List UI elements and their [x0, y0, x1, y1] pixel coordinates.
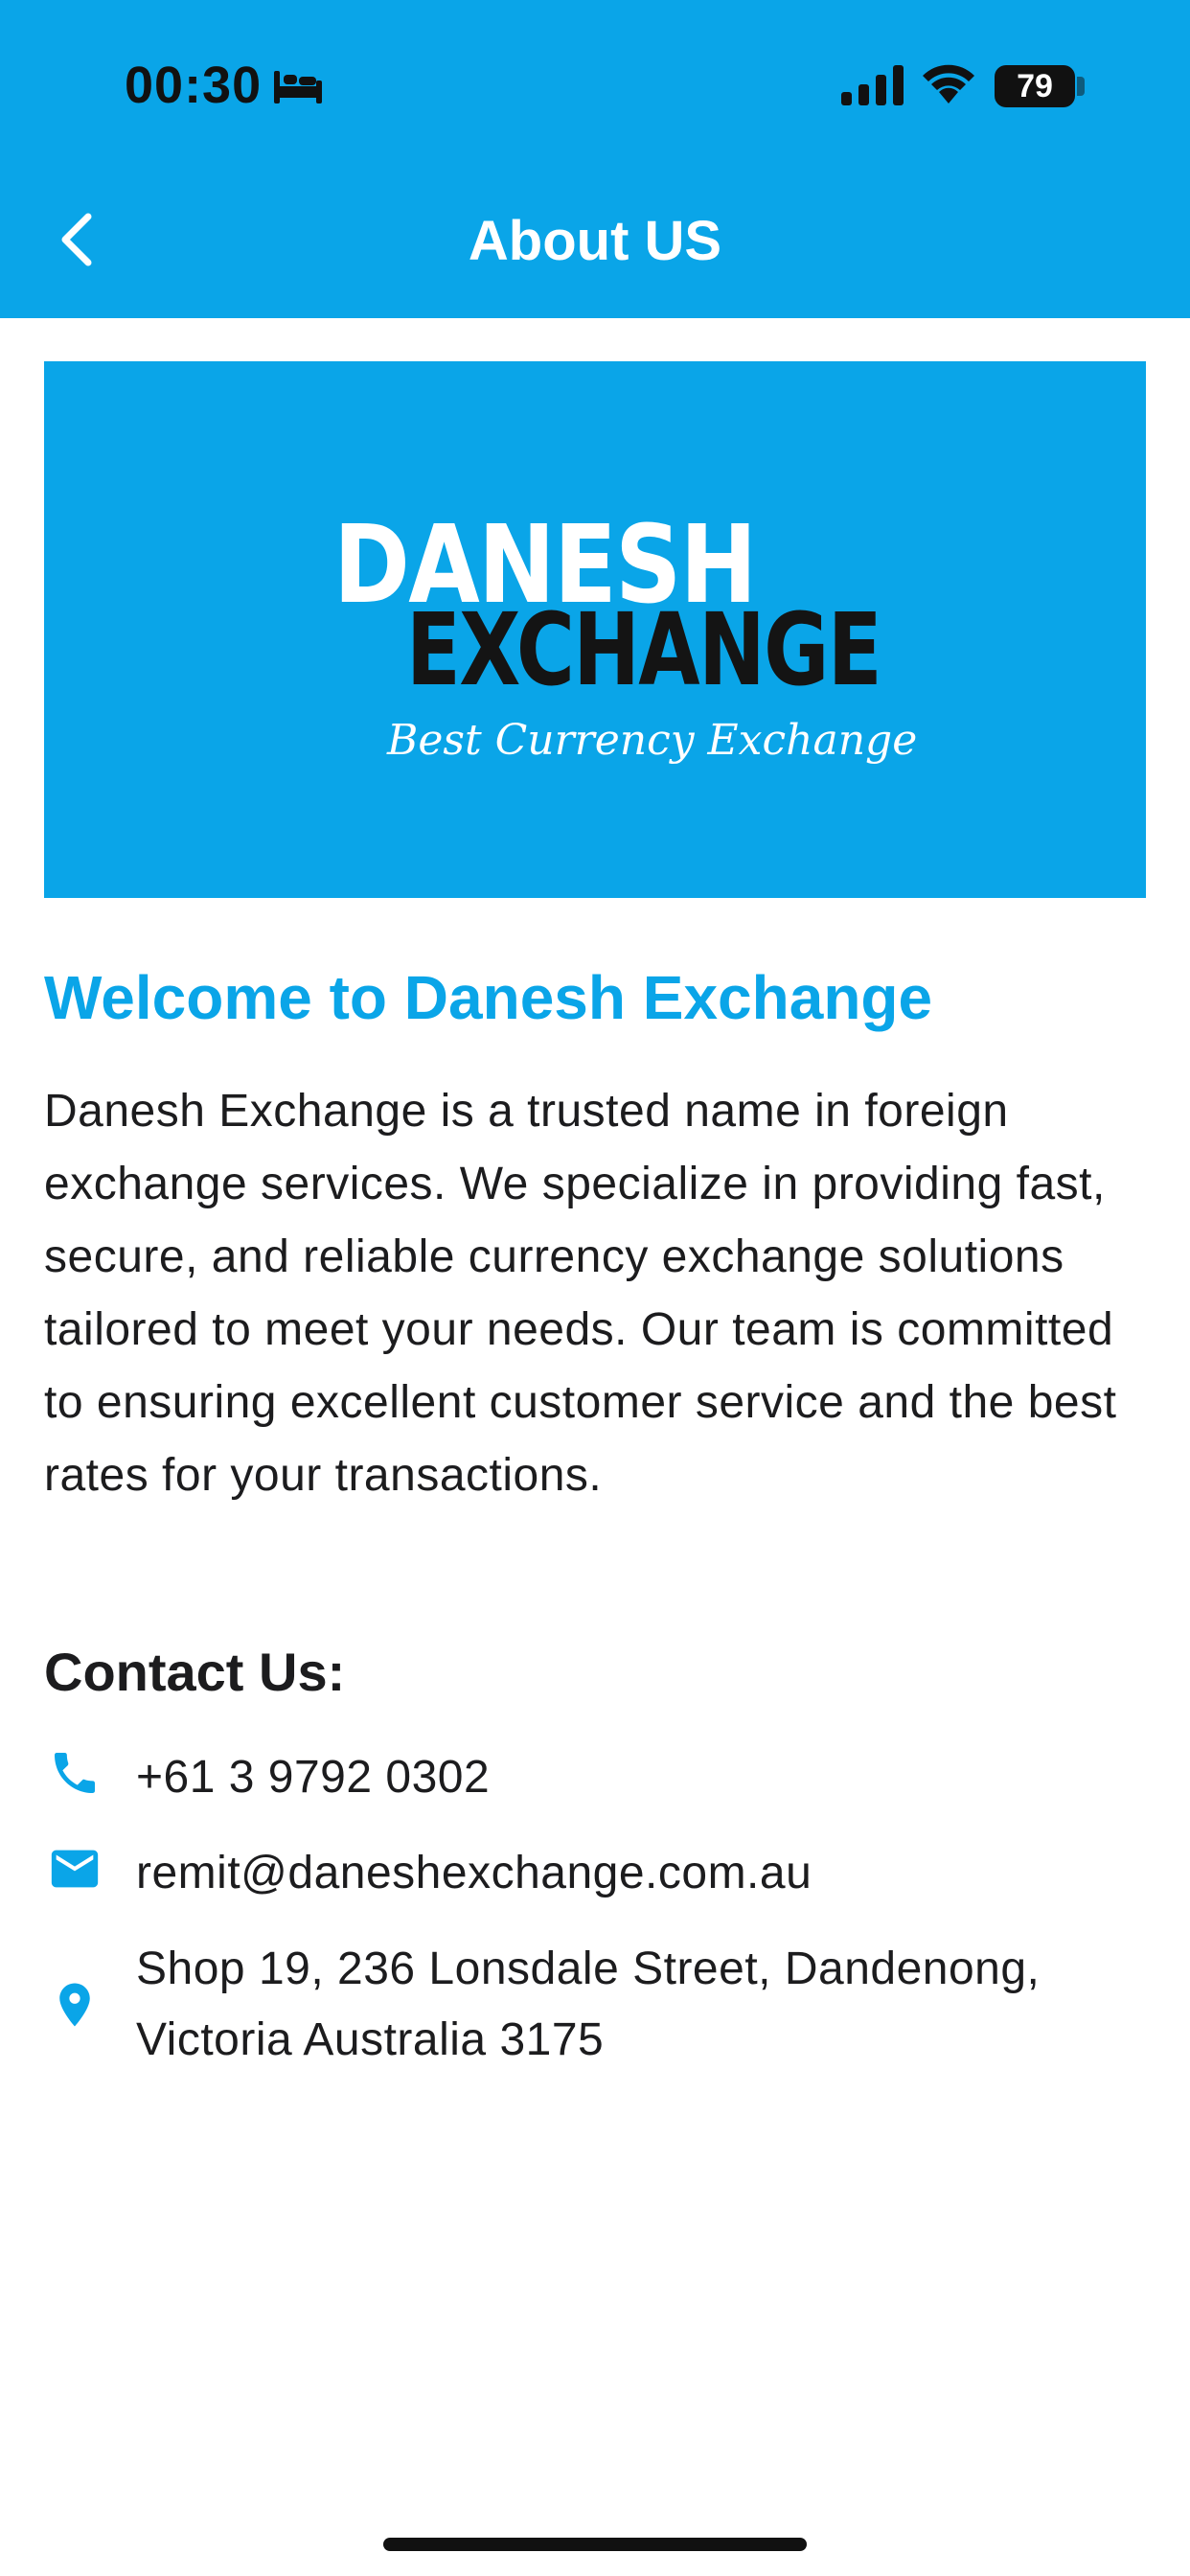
location-pin-icon	[44, 1974, 105, 2036]
navigation-bar: About US	[0, 163, 1190, 318]
logo-tagline: Best Currency Exchange	[387, 716, 918, 765]
battery-cap	[1077, 77, 1085, 96]
contact-heading: Contact Us:	[44, 1642, 346, 1702]
status-time: 00:30	[125, 57, 263, 114]
email-icon	[44, 1838, 105, 1899]
about-paragraph: Danesh Exchange is a trusted name in for…	[44, 1086, 1117, 1501]
page-title: About US	[468, 210, 722, 272]
cellular-signal-icon	[841, 65, 904, 110]
contact-phone-row[interactable]: +61 3 9792 0302	[44, 1742, 1156, 1813]
contact-phone[interactable]: +61 3 9792 0302	[136, 1742, 490, 1813]
status-bar: 00:30 79	[0, 0, 1190, 163]
contact-email-row[interactable]: remit@daneshexchange.com.au	[44, 1838, 1156, 1909]
sleep-focus-icon	[272, 67, 324, 110]
logo-wordmark-exchange: EXCHANGE	[406, 591, 882, 708]
battery-indicator: 79	[995, 65, 1075, 107]
home-indicator[interactable]	[383, 2538, 807, 2551]
contact-address[interactable]: Shop 19, 236 Lonsdale Street, Dandenong,…	[136, 1934, 1152, 2076]
welcome-heading: Welcome to Danesh Exchange	[44, 963, 933, 1032]
wifi-icon	[920, 61, 977, 110]
contact-email[interactable]: remit@daneshexchange.com.au	[136, 1838, 812, 1909]
logo-banner: DANESH EXCHANGE Best Currency Exchange	[44, 361, 1146, 898]
phone-icon	[44, 1742, 105, 1804]
contact-address-row[interactable]: Shop 19, 236 Lonsdale Street, Dandenong,…	[44, 1934, 1156, 2076]
